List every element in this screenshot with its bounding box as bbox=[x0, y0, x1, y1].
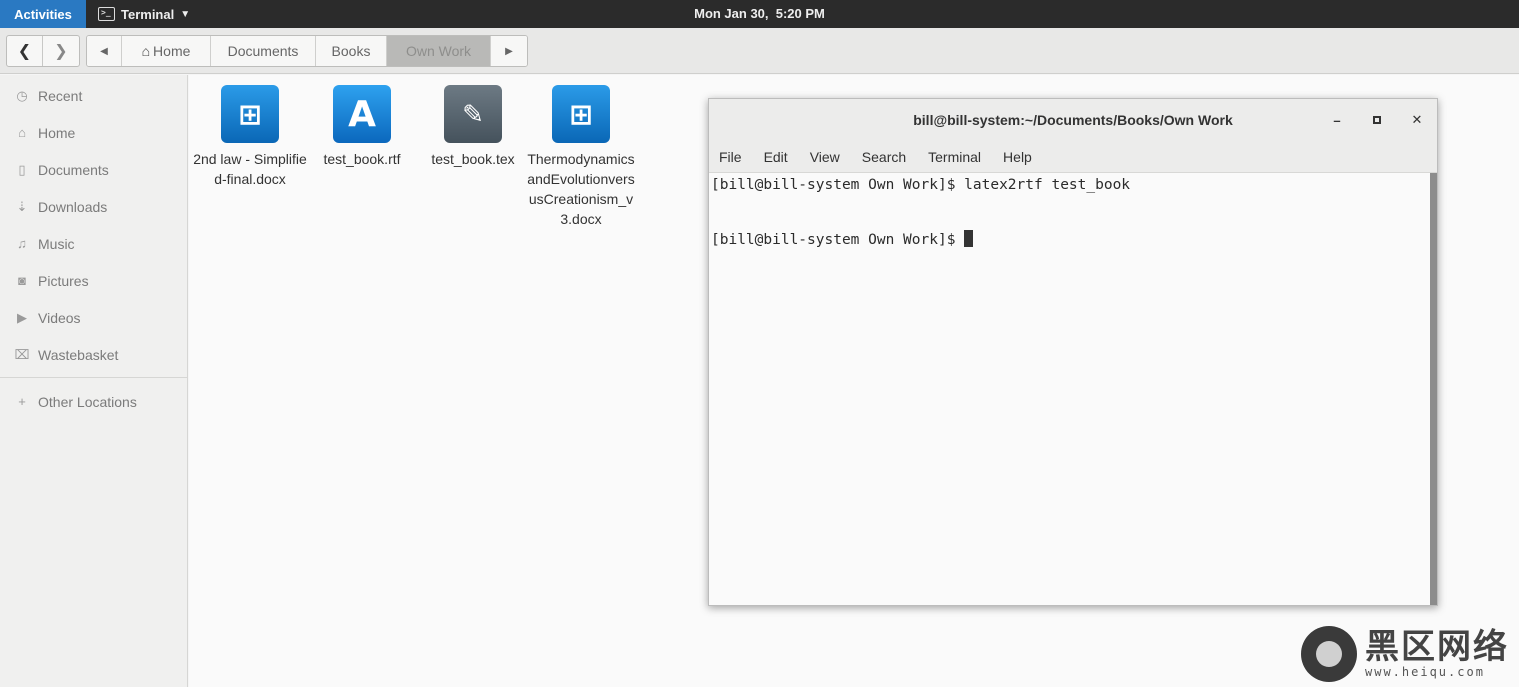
back-button[interactable]: ❮ bbox=[7, 36, 43, 66]
clock-icon: ◷ bbox=[16, 87, 28, 103]
sidebar-item-label: Home bbox=[38, 124, 76, 141]
crumb-books[interactable]: Books bbox=[316, 36, 387, 66]
sidebar-item-label: Videos bbox=[38, 309, 81, 326]
chevron-right-icon: ❯ bbox=[54, 43, 68, 60]
triangle-left-icon: ◀ bbox=[100, 45, 108, 57]
sidebar-item-other-locations[interactable]: + Other Locations bbox=[0, 383, 187, 420]
sidebar-item-label: Wastebasket bbox=[38, 346, 119, 363]
docx-file-icon: ⊞ bbox=[221, 85, 279, 143]
crumb-own-work[interactable]: Own Work bbox=[387, 36, 491, 66]
menu-search[interactable]: Search bbox=[862, 149, 906, 165]
terminal-output[interactable]: [bill@bill-system Own Work]$ latex2rtf t… bbox=[709, 173, 1430, 605]
menu-view[interactable]: View bbox=[810, 149, 840, 165]
sidebar-item-videos[interactable]: ▶ Videos bbox=[0, 299, 187, 336]
clock[interactable]: Mon Jan 30, 5:20 PM bbox=[694, 6, 825, 21]
music-icon: ♫ bbox=[17, 236, 27, 251]
home-icon: ⌂ bbox=[18, 125, 26, 140]
close-icon: ✕ bbox=[1411, 112, 1423, 127]
close-button[interactable]: ✕ bbox=[1407, 110, 1427, 130]
file-item[interactable]: ⊞ 2nd law - Simplified-final.docx bbox=[190, 85, 310, 189]
text-cursor bbox=[964, 230, 974, 247]
file-name: 2nd law - Simplified-final.docx bbox=[193, 151, 307, 187]
minimize-icon: – bbox=[1333, 112, 1341, 128]
dropdown-arrow-icon: ▼ bbox=[180, 8, 191, 20]
terminal-prompt: [bill@bill-system Own Work]$ bbox=[711, 232, 965, 248]
camera-icon: ◙ bbox=[18, 273, 26, 288]
menu-edit[interactable]: Edit bbox=[764, 149, 788, 165]
forward-button[interactable]: ❯ bbox=[43, 36, 79, 66]
pencil-file-icon: ✎ bbox=[444, 85, 502, 143]
watermark-logo-icon bbox=[1301, 626, 1357, 682]
path-scroll-left-button[interactable]: ◀ bbox=[87, 36, 122, 66]
terminal-titlebar[interactable]: bill@bill-system:~/Documents/Books/Own W… bbox=[709, 99, 1437, 141]
plus-icon: + bbox=[18, 394, 26, 409]
sidebar-divider bbox=[0, 377, 187, 378]
file-item[interactable]: A test_book.rtf bbox=[302, 85, 422, 169]
file-item[interactable]: ⊞ ThermodynamicsandEvolutionversusCreati… bbox=[525, 85, 637, 229]
docx-file-icon: ⊞ bbox=[552, 85, 610, 143]
sidebar-item-downloads[interactable]: ⇣ Downloads bbox=[0, 188, 187, 225]
crumb-label: Home bbox=[153, 43, 191, 59]
video-icon: ▶ bbox=[17, 309, 27, 325]
crumb-home[interactable]: ⌂ Home bbox=[122, 36, 211, 66]
download-icon: ⇣ bbox=[16, 198, 28, 214]
maximize-icon bbox=[1373, 116, 1381, 124]
path-scroll-right-button[interactable]: ▶ bbox=[491, 36, 527, 66]
terminal-icon: >_ bbox=[98, 7, 115, 21]
sidebar-item-documents[interactable]: ▯ Documents bbox=[0, 151, 187, 188]
chevron-left-icon: ❮ bbox=[17, 43, 32, 60]
watermark-title: 黑区网络 bbox=[1365, 627, 1509, 667]
terminal-window[interactable]: bill@bill-system:~/Documents/Books/Own W… bbox=[708, 98, 1438, 606]
menu-terminal[interactable]: Terminal bbox=[928, 149, 981, 165]
minimize-button[interactable]: – bbox=[1327, 110, 1347, 130]
terminal-prompt-line: [bill@bill-system Own Work]$ bbox=[711, 230, 1428, 257]
sidebar-item-pictures[interactable]: ◙ Pictures bbox=[0, 262, 187, 299]
sidebar-item-label: Downloads bbox=[38, 198, 108, 215]
sidebar-item-label: Recent bbox=[38, 87, 83, 104]
activities-button[interactable]: Activities bbox=[0, 0, 86, 28]
terminal-scrollbar[interactable] bbox=[1430, 173, 1437, 605]
maximize-button[interactable] bbox=[1367, 110, 1387, 130]
sidebar-item-label: Documents bbox=[38, 161, 109, 178]
menu-file[interactable]: File bbox=[719, 149, 742, 165]
sidebar-item-music[interactable]: ♫ Music bbox=[0, 225, 187, 262]
sidebar-item-label: Other Locations bbox=[38, 393, 137, 410]
triangle-right-icon: ▶ bbox=[505, 45, 513, 57]
file-name: ThermodynamicsandEvolutionversusCreation… bbox=[527, 151, 635, 227]
window-title: bill@bill-system:~/Documents/Books/Own W… bbox=[913, 112, 1233, 128]
home-icon: ⌂ bbox=[141, 43, 151, 59]
terminal-menubar: File Edit View Search Terminal Help bbox=[709, 141, 1437, 173]
sidebar-item-label: Pictures bbox=[38, 272, 89, 289]
sidebar-item-recent[interactable]: ◷ Recent bbox=[0, 77, 187, 114]
sidebar-item-home[interactable]: ⌂ Home bbox=[0, 114, 187, 151]
path-bar: ◀ ⌂ Home Documents Books Own Work ▶ bbox=[86, 35, 528, 67]
app-menu[interactable]: >_ Terminal ▼ bbox=[98, 0, 190, 28]
sidebar-item-wastebasket[interactable]: ⌧ Wastebasket bbox=[0, 336, 187, 373]
app-name: Terminal bbox=[121, 6, 175, 22]
watermark: 黑区网络 www.heiqu.com bbox=[1301, 626, 1509, 682]
file-name: test_book.rtf bbox=[323, 151, 401, 167]
top-bar: Activities >_ Terminal ▼ Mon Jan 30, 5:2… bbox=[0, 0, 1519, 28]
sidebar: ◷ Recent ⌂ Home ▯ Documents ⇣ Downloads … bbox=[0, 75, 188, 687]
rtf-file-icon: A bbox=[333, 85, 391, 143]
file-name: test_book.tex bbox=[431, 151, 515, 167]
menu-help[interactable]: Help bbox=[1003, 149, 1032, 165]
crumb-documents[interactable]: Documents bbox=[211, 36, 316, 66]
sidebar-item-label: Music bbox=[38, 235, 75, 252]
watermark-url: www.heiqu.com bbox=[1365, 665, 1485, 679]
terminal-line: [bill@bill-system Own Work]$ latex2rtf t… bbox=[711, 177, 1131, 193]
history-nav: ❮ ❯ bbox=[6, 35, 80, 67]
file-manager-header: ❮ ❯ ◀ ⌂ Home Documents Books Own Work ▶ bbox=[0, 28, 1519, 74]
file-item[interactable]: ✎ test_book.tex bbox=[413, 85, 533, 169]
trash-icon: ⌧ bbox=[14, 346, 30, 362]
document-icon: ▯ bbox=[18, 161, 26, 177]
